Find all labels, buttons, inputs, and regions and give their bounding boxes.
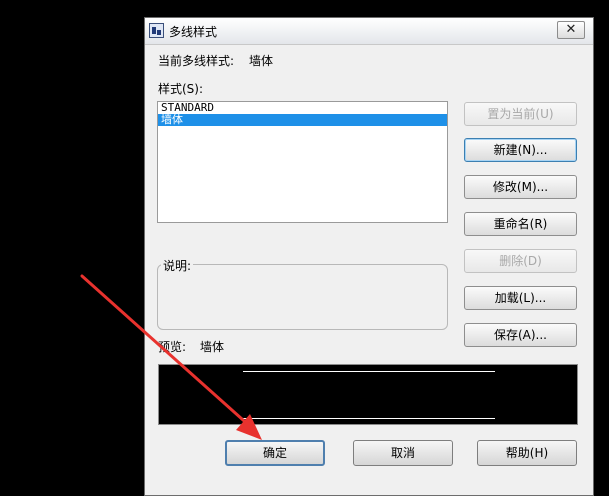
annotation-arrow-icon [80,274,262,440]
